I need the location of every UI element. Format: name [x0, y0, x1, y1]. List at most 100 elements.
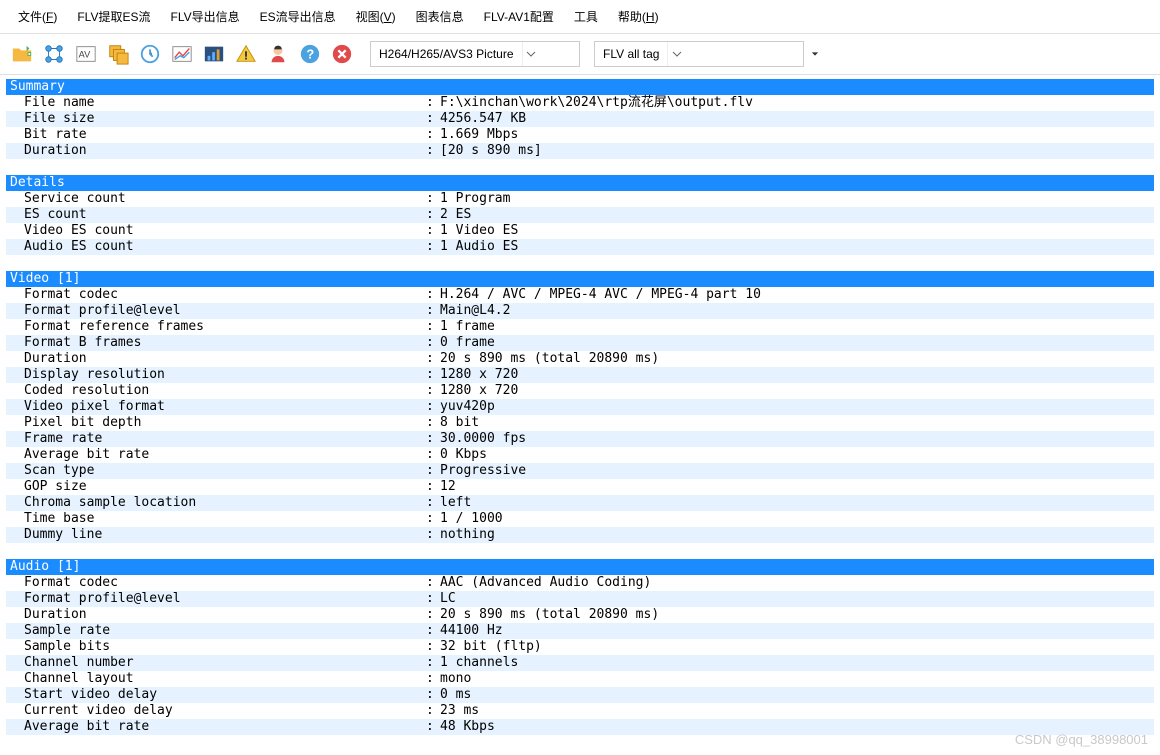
info-row: Current video delay: 23 ms [6, 703, 1154, 719]
info-row: Duration: 20 s 890 ms (total 20890 ms) [6, 607, 1154, 623]
info-row: Video pixel format: yuv420p [6, 399, 1154, 415]
row-label: Bit rate [6, 127, 426, 143]
info-row: Format reference frames: 1 frame [6, 319, 1154, 335]
row-value: nothing [440, 527, 1154, 543]
row-label: Current video delay [6, 703, 426, 719]
row-value: 12 [440, 479, 1154, 495]
chevron-down-icon[interactable] [667, 42, 685, 66]
row-value: 1 Video ES [440, 223, 1154, 239]
row-label: Pixel bit depth [6, 415, 426, 431]
info-row: Sample bits: 32 bit (fltp) [6, 639, 1154, 655]
info-row: GOP size: 12 [6, 479, 1154, 495]
row-value: 1280 x 720 [440, 383, 1154, 399]
row-value: 1 Audio ES [440, 239, 1154, 255]
av-icon[interactable]: AV [72, 40, 100, 68]
network-icon[interactable] [40, 40, 68, 68]
row-label: Format B frames [6, 335, 426, 351]
row-value: Progressive [440, 463, 1154, 479]
info-row: Average bit rate: 48 Kbps [6, 719, 1154, 735]
row-label: Format reference frames [6, 319, 426, 335]
menu-item[interactable]: 视图(V) [346, 4, 406, 29]
info-row: Format codec: H.264 / AVC / MPEG-4 AVC /… [6, 287, 1154, 303]
row-separator: : [426, 223, 440, 239]
info-row: ES count: 2 ES [6, 207, 1154, 223]
warning-icon[interactable] [232, 40, 260, 68]
info-row: Bit rate: 1.669 Mbps [6, 127, 1154, 143]
info-row: Chroma sample location: left [6, 495, 1154, 511]
row-separator: : [426, 335, 440, 351]
row-separator: : [426, 575, 440, 591]
row-label: Scan type [6, 463, 426, 479]
row-separator: : [426, 447, 440, 463]
row-separator: : [426, 495, 440, 511]
chevron-down-icon[interactable] [522, 42, 540, 66]
row-value: LC [440, 591, 1154, 607]
menu-item[interactable]: FLV提取ES流 [67, 4, 160, 29]
menu-item[interactable]: ES流导出信息 [250, 4, 346, 29]
row-separator: : [426, 303, 440, 319]
menu-item[interactable]: 工具 [564, 4, 608, 29]
row-separator: : [426, 111, 440, 127]
row-separator: : [426, 191, 440, 207]
menu-item[interactable]: FLV-AV1配置 [474, 4, 564, 29]
help-icon[interactable]: ? [296, 40, 324, 68]
info-row: Start video delay: 0 ms [6, 687, 1154, 703]
info-row: Channel number: 1 channels [6, 655, 1154, 671]
info-row: Service count: 1 Program [6, 191, 1154, 207]
user-icon[interactable] [264, 40, 292, 68]
row-label: Sample rate [6, 623, 426, 639]
picture-type-combo[interactable]: H264/H265/AVS3 Picture [370, 41, 580, 67]
row-value: 1 Program [440, 191, 1154, 207]
info-row: Coded resolution: 1280 x 720 [6, 383, 1154, 399]
clock-icon[interactable] [136, 40, 164, 68]
info-row: Pixel bit depth: 8 bit [6, 415, 1154, 431]
menu-item[interactable]: 文件(F) [8, 4, 67, 29]
info-row: Format profile@level: LC [6, 591, 1154, 607]
blank-row [6, 543, 1154, 559]
cascade-windows-icon[interactable] [104, 40, 132, 68]
info-row: Format profile@level: Main@L4.2 [6, 303, 1154, 319]
row-value: [20 s 890 ms] [440, 143, 1154, 159]
section-header: Summary [6, 79, 1154, 95]
svg-text:AV: AV [79, 50, 91, 60]
chart-bars-icon[interactable] [200, 40, 228, 68]
info-row: Video ES count: 1 Video ES [6, 223, 1154, 239]
open-folder-icon[interactable] [8, 40, 36, 68]
row-value: 20 s 890 ms (total 20890 ms) [440, 607, 1154, 623]
row-label: Time base [6, 511, 426, 527]
row-value: 30.0000 fps [440, 431, 1154, 447]
info-row: Format B frames: 0 frame [6, 335, 1154, 351]
info-row: Time base: 1 / 1000 [6, 511, 1154, 527]
toolbar-overflow-icon[interactable] [808, 41, 822, 67]
row-separator: : [426, 239, 440, 255]
row-label: Service count [6, 191, 426, 207]
info-row: File size: 4256.547 KB [6, 111, 1154, 127]
row-value: 20 s 890 ms (total 20890 ms) [440, 351, 1154, 367]
menu-item[interactable]: 图表信息 [406, 4, 474, 29]
row-separator: : [426, 127, 440, 143]
row-label: Format profile@level [6, 591, 426, 607]
tag-combo[interactable]: FLV all tag [594, 41, 804, 67]
row-label: File name [6, 95, 426, 111]
menu-item[interactable]: 帮助(H) [608, 4, 669, 29]
row-label: GOP size [6, 479, 426, 495]
row-value: 1 channels [440, 655, 1154, 671]
row-separator: : [426, 687, 440, 703]
row-label: Video ES count [6, 223, 426, 239]
menu-item[interactable]: FLV导出信息 [160, 4, 249, 29]
row-value: 0 ms [440, 687, 1154, 703]
row-separator: : [426, 719, 440, 735]
row-separator: : [426, 431, 440, 447]
row-separator: : [426, 319, 440, 335]
info-row: Sample rate: 44100 Hz [6, 623, 1154, 639]
row-separator: : [426, 415, 440, 431]
row-value: 44100 Hz [440, 623, 1154, 639]
row-label: Frame rate [6, 431, 426, 447]
chart-line-icon[interactable] [168, 40, 196, 68]
row-separator: : [426, 703, 440, 719]
row-label: Duration [6, 607, 426, 623]
row-value: left [440, 495, 1154, 511]
cancel-icon[interactable] [328, 40, 356, 68]
info-row: Average bit rate: 0 Kbps [6, 447, 1154, 463]
blank-row [6, 255, 1154, 271]
